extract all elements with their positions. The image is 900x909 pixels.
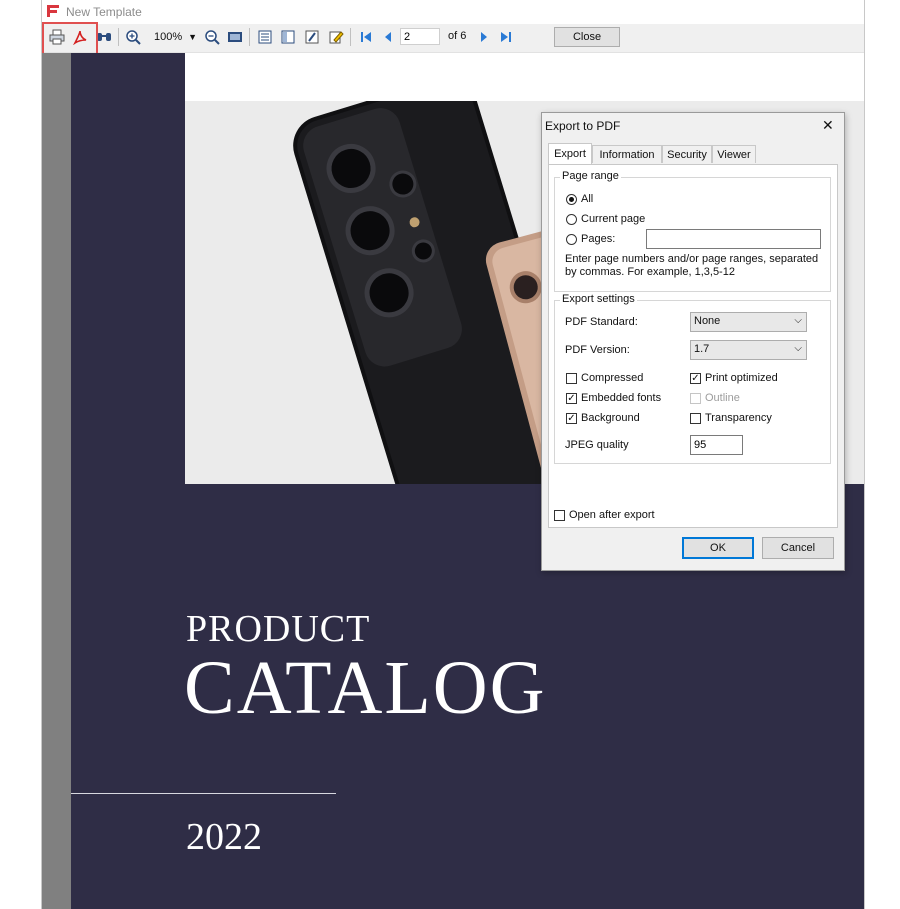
background-checkbox[interactable]: ✓ <box>566 413 577 424</box>
cancel-button[interactable]: Cancel <box>762 537 834 559</box>
close-icon[interactable]: ✕ <box>822 117 834 134</box>
jpeg-quality-label: JPEG quality <box>565 439 629 451</box>
page-range-current-label: Current page <box>581 213 646 225</box>
open-after-export-label: Open after export <box>569 509 655 521</box>
tab-export[interactable]: Export <box>548 143 592 164</box>
design-icon[interactable] <box>302 27 322 47</box>
page-range-pages-label: Pages: <box>581 233 616 245</box>
app-logo-icon <box>46 4 60 18</box>
prev-page-icon[interactable] <box>378 27 398 47</box>
divider <box>71 793 336 794</box>
page-count-label: of 6 <box>448 30 467 42</box>
transparency-checkbox[interactable] <box>690 413 701 424</box>
close-button[interactable]: Close <box>554 27 620 47</box>
embedded-fonts-checkbox[interactable]: ✓ <box>566 393 577 404</box>
edit-icon[interactable] <box>326 27 346 47</box>
catalog-title-line2: CATALOG <box>184 646 547 730</box>
zoom-dropdown[interactable]: 100% ▼ <box>150 28 198 46</box>
embedded-fonts-label: Embedded fonts <box>581 392 662 404</box>
zoom-in-icon[interactable] <box>123 27 143 47</box>
page-range-current-radio[interactable] <box>566 214 577 225</box>
title-bar: New Template <box>42 0 864 24</box>
pdf-version-label: PDF Version: <box>565 344 630 356</box>
page-range-group: Page range All Current page Pages: Enter… <box>554 170 831 292</box>
catalog-year: 2022 <box>186 816 262 858</box>
export-settings-group: Export settings PDF Standard: None ⌵ PDF… <box>554 293 831 464</box>
export-tab-panel: Page range All Current page Pages: Enter… <box>548 164 838 528</box>
toolbar: 100% ▼ of 6 <box>42 24 864 53</box>
pdf-version-value: 1.7 <box>694 343 710 355</box>
background-label: Background <box>581 412 640 424</box>
print-optimized-label: Print optimized <box>705 372 778 384</box>
pdf-version-select[interactable]: 1.7 ⌵ <box>690 340 807 360</box>
chevron-down-icon: ⌵ <box>794 315 802 326</box>
page-view-icon[interactable] <box>225 27 245 47</box>
pages-input[interactable] <box>646 229 821 249</box>
tab-security[interactable]: Security <box>662 145 712 163</box>
outline-icon[interactable] <box>255 27 275 47</box>
page-number-input[interactable] <box>400 28 440 45</box>
open-after-export-checkbox[interactable] <box>554 510 565 521</box>
next-page-icon[interactable] <box>474 27 494 47</box>
pdf-standard-value: None <box>694 315 721 327</box>
zoom-value: 100% <box>154 31 183 43</box>
chevron-down-icon: ⌵ <box>794 343 802 354</box>
zoom-out-icon[interactable] <box>202 27 222 47</box>
window-title: New Template <box>66 5 142 19</box>
print-optimized-checkbox[interactable]: ✓ <box>690 373 701 384</box>
chevron-down-icon: ▼ <box>188 32 198 42</box>
page-range-hint: Enter page numbers and/or page ranges, s… <box>565 253 819 278</box>
dialog-title: Export to PDF <box>545 119 621 133</box>
tab-information[interactable]: Information <box>592 145 662 163</box>
thumbnails-icon[interactable] <box>278 27 298 47</box>
outline-checkbox <box>690 393 701 404</box>
export-settings-label: Export settings <box>560 293 637 305</box>
export-to-pdf-dialog: Export to PDF ✕ Export Information Secur… <box>541 112 845 571</box>
transparency-label: Transparency <box>705 412 772 424</box>
page-range-all-label: All <box>581 193 594 205</box>
toolbar-separator <box>249 28 250 46</box>
page-range-all-radio[interactable] <box>566 194 577 205</box>
compressed-checkbox[interactable] <box>566 373 577 384</box>
toolbar-separator <box>350 28 351 46</box>
ok-button[interactable]: OK <box>682 537 754 559</box>
first-page-icon[interactable] <box>356 27 376 47</box>
pdf-standard-label: PDF Standard: <box>565 316 638 328</box>
toolbar-separator <box>118 28 119 46</box>
compressed-label: Compressed <box>581 372 644 384</box>
page-range-label: Page range <box>560 170 621 182</box>
outline-label: Outline <box>705 392 740 404</box>
jpeg-quality-input[interactable] <box>690 435 743 455</box>
page-range-pages-radio[interactable] <box>566 234 577 245</box>
tab-viewer[interactable]: Viewer <box>712 145 756 163</box>
last-page-icon[interactable] <box>496 27 516 47</box>
pdf-standard-select[interactable]: None ⌵ <box>690 312 807 332</box>
